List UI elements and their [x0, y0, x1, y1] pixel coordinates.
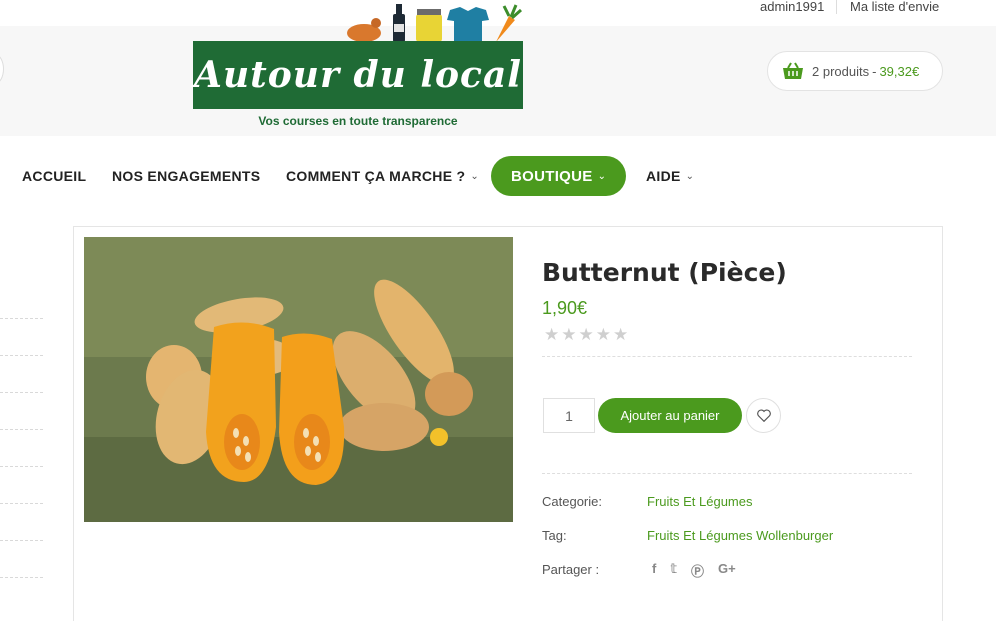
divider	[542, 356, 912, 357]
chevron-down-icon: ⌄	[685, 170, 695, 182]
heart-icon	[756, 409, 771, 422]
nav-label: COMMENT ÇA MARCHE ?	[286, 168, 466, 184]
rating-stars: ★★★★★	[544, 325, 630, 345]
main-nav: ACCUEIL NOS ENGAGEMENTS COMMENT ÇA MARCH…	[0, 156, 996, 196]
sidebar-divider	[0, 466, 43, 467]
logo-tagline: Vos courses en toute transparence	[258, 114, 458, 128]
google-plus-icon[interactable]: G+	[718, 561, 736, 580]
divider	[542, 473, 912, 474]
product-image[interactable]	[84, 237, 513, 522]
star-icon: ★	[544, 325, 562, 344]
sidebar-divider	[0, 355, 43, 356]
chevron-down-icon: ⌄	[470, 170, 480, 182]
nav-item-engagements[interactable]: NOS ENGAGEMENTS	[112, 156, 260, 196]
star-icon: ★	[613, 325, 631, 344]
nav-label: BOUTIQUE	[511, 167, 593, 185]
logo-grocery-icons	[347, 4, 522, 42]
nav-item-comment-ca-marche[interactable]: COMMENT ÇA MARCHE ? ⌄	[286, 156, 479, 196]
star-icon: ★	[561, 325, 579, 344]
facebook-icon[interactable]: f	[652, 561, 656, 580]
logo-title: Autour du local	[194, 54, 522, 96]
cart-separator: -	[872, 63, 877, 79]
star-icon: ★	[595, 325, 613, 344]
nav-item-aide[interactable]: AIDE ⌄	[646, 156, 694, 196]
cart-total: 39,32€	[879, 63, 920, 79]
share-icons: f 𝕥 Ⓟ G+	[652, 561, 736, 580]
nav-item-accueil[interactable]: ACCUEIL	[22, 156, 86, 196]
basket-icon	[783, 62, 803, 79]
add-to-wishlist-button[interactable]	[746, 398, 781, 433]
add-to-cart-button[interactable]: Ajouter au panier	[598, 398, 742, 433]
nav-label: NOS ENGAGEMENTS	[112, 168, 261, 184]
sidebar-divider	[0, 577, 43, 578]
product-title: Butternut (Pièce)	[542, 258, 787, 287]
share-label: Partager :	[542, 562, 600, 577]
butternut-photo	[84, 237, 513, 522]
mini-cart[interactable]: 2 produits - 39,32€	[767, 51, 943, 91]
pinterest-icon[interactable]: Ⓟ	[691, 561, 704, 580]
category-link[interactable]: Fruits Et Légumes	[647, 494, 753, 509]
nav-label: AIDE	[646, 168, 681, 184]
wishlist-link[interactable]: Ma liste d'envie	[850, 0, 939, 14]
sidebar-divider	[0, 540, 43, 541]
chevron-down-icon: ⌄	[597, 170, 607, 182]
star-icon: ★	[578, 325, 596, 344]
site-logo[interactable]: Autour du local	[193, 41, 523, 109]
sidebar-divider	[0, 318, 43, 319]
sidebar-divider	[0, 503, 43, 504]
sidebar-divider	[0, 392, 43, 393]
tag-label: Tag:	[542, 528, 567, 543]
category-label: Categorie:	[542, 494, 602, 509]
quantity-input[interactable]	[543, 398, 595, 433]
nav-item-boutique[interactable]: BOUTIQUE ⌄	[491, 156, 627, 196]
twitter-icon[interactable]: 𝕥	[670, 561, 677, 580]
sidebar-divider	[0, 429, 43, 430]
product-price: 1,90€	[542, 298, 588, 318]
nav-label: ACCUEIL	[22, 168, 87, 184]
top-divider	[836, 0, 837, 14]
search-toggle[interactable]	[0, 54, 4, 84]
cart-count: 2 produits	[812, 63, 870, 79]
tag-link[interactable]: Fruits Et Légumes Wollenburger	[647, 528, 833, 543]
account-link[interactable]: admin1991	[760, 0, 824, 14]
